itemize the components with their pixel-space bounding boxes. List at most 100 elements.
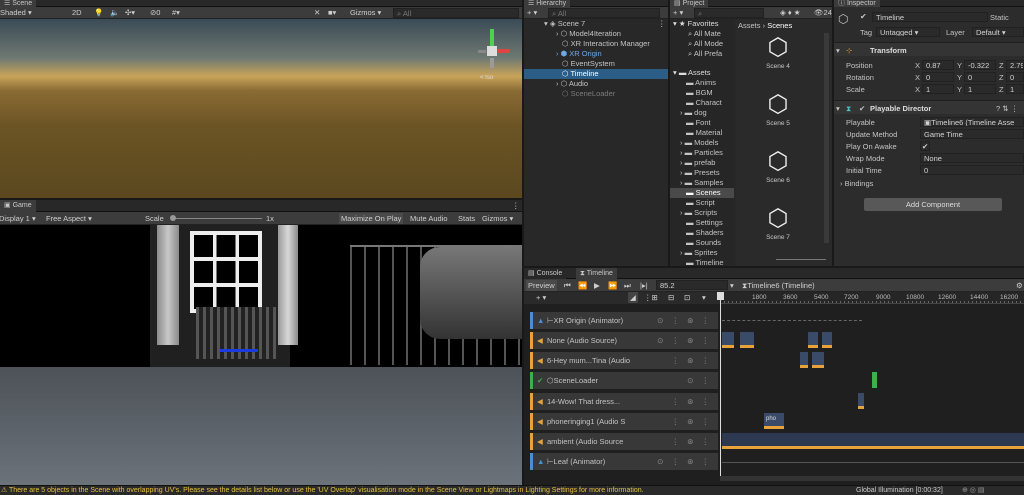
track-tools-icon[interactable]: ⊙ ⋮ ⊛ ⋮	[657, 332, 712, 349]
asset-dropdown[interactable]: ▾	[730, 280, 734, 291]
shading-dropdown[interactable]: Shaded ▾	[0, 7, 32, 18]
rotation-z-field[interactable]: 0	[1006, 72, 1024, 82]
clip[interactable]	[858, 393, 864, 409]
hierarchy-item-xr-origin[interactable]: › ⬢ XR Origin	[524, 49, 668, 59]
gizmo-persp-label[interactable]: < Iso	[480, 75, 493, 81]
track-tools-icon[interactable]: ⋮ ⊛ ⋮	[672, 413, 712, 430]
effects-icon[interactable]: ✣▾	[125, 7, 135, 18]
timeline-scrollbar[interactable]	[720, 476, 1024, 481]
grid-icon[interactable]: #▾	[172, 7, 180, 18]
initial-time-field[interactable]: 0	[920, 165, 1024, 175]
track-tools-icon[interactable]: ⋮ ⊛ ⋮	[672, 352, 712, 369]
game-menu-icon[interactable]: ⋮	[512, 200, 520, 211]
hierarchy-item-audio[interactable]: › ⬡ Audio	[524, 79, 668, 89]
rotation-y-field[interactable]: 0	[964, 72, 996, 82]
position-z-field[interactable]: 2.79	[1006, 60, 1024, 70]
component-menu-icon[interactable]: ? ⇅ ⋮	[996, 104, 1018, 113]
breadcrumb-scenes[interactable]: Scenes	[767, 21, 792, 30]
track-none-audio[interactable]: ◀ None (Audio Source) ⊙ ⋮ ⊛ ⋮	[530, 332, 718, 349]
add-component-button[interactable]: Add Component	[864, 198, 1002, 211]
project-search-input[interactable]: ⌕	[694, 8, 764, 18]
hierarchy-item-sceneloader[interactable]: ⬡ SceneLoader	[524, 89, 668, 99]
scale-y-field[interactable]: 1	[964, 84, 996, 94]
goto-start-icon[interactable]: ⏮	[564, 280, 571, 291]
update-method-dropdown[interactable]: Game Time	[920, 129, 1024, 139]
scene-viewport[interactable]: < Iso	[0, 19, 522, 198]
folder-item[interactable]: ▬ Settings	[670, 218, 734, 228]
lock-icon[interactable]: ▾	[702, 292, 706, 303]
clip[interactable]	[812, 352, 824, 368]
playable-field[interactable]: ▣Timeline6 (Timeline Asse	[920, 117, 1024, 127]
snap-icon[interactable]: ◢	[628, 292, 638, 303]
folder-item[interactable]: ▬ Sounds	[670, 238, 734, 248]
hierarchy-item-eventsystem[interactable]: ⬡ EventSystem	[524, 59, 668, 69]
game-viewport[interactable]	[0, 225, 522, 485]
add-track-button[interactable]: + ▾	[536, 292, 546, 303]
folder-item[interactable]: ▬ Timeline	[670, 258, 734, 266]
object-name-field[interactable]: Timeline	[872, 12, 988, 22]
track-xr-origin[interactable]: ▲ ⊢XR Origin (Animator) ⊙ ⋮ ⊛ ⋮	[530, 312, 718, 329]
folder-item-selected[interactable]: ▬ Scenes	[670, 188, 734, 198]
track-ambient[interactable]: ◀ ambient (Audio Source ⋮ ⊛ ⋮	[530, 433, 718, 450]
scene-gizmo[interactable]: < Iso	[472, 25, 512, 85]
scene-asset-item[interactable]: ⬡ Scene 4	[738, 33, 818, 70]
track-wow-dress[interactable]: ◀ 14-Wow! That dress... ⋮ ⊛ ⋮	[530, 393, 718, 410]
hierarchy-item-xr-interaction-manager[interactable]: ⬡ XR Interaction Manager	[524, 39, 668, 49]
hierarchy-item-timeline[interactable]: ⬡ Timeline	[524, 69, 668, 79]
folder-item[interactable]: › ▬ Samples	[670, 178, 734, 188]
2d-toggle[interactable]: 2D	[72, 7, 82, 18]
prev-frame-icon[interactable]: ⏪	[578, 280, 587, 291]
stats-button[interactable]: Stats	[458, 213, 475, 224]
folder-item[interactable]: › ▬ Models	[670, 138, 734, 148]
folder-item[interactable]: › ▬ Sprites	[670, 248, 734, 258]
play-on-awake-checkbox[interactable]: ✔	[920, 141, 930, 151]
favorites-header[interactable]: ▾ ★ Favorites	[670, 19, 734, 29]
scale-slider[interactable]	[172, 218, 262, 219]
static-checkbox[interactable]: Static	[990, 13, 1009, 22]
track-sceneloader[interactable]: ✔ ⬡SceneLoader ⊙ ⋮	[530, 372, 718, 389]
hidden-objects-icon[interactable]: ⊘0	[150, 7, 160, 18]
icon-size-slider[interactable]	[776, 259, 826, 260]
wrap-mode-dropdown[interactable]: None	[920, 153, 1024, 163]
folder-item[interactable]: › ▬ dog	[670, 108, 734, 118]
layer-dropdown[interactable]: Default ▾	[972, 27, 1024, 37]
project-layer-count[interactable]: 👁24	[814, 7, 832, 18]
tab-hierarchy[interactable]: ☰ Hierarchy	[524, 0, 571, 7]
tools-icon[interactable]: ✕	[314, 7, 320, 18]
gi-status-label[interactable]: Global Illumination [0:00:32]	[856, 486, 943, 495]
folder-item[interactable]: ▬ Material	[670, 128, 734, 138]
track-phoneringing[interactable]: ◀ phoneringing1 (Audio S ⋮ ⊛ ⋮	[530, 413, 718, 430]
status-icons[interactable]: ⊕ ◎ ▤	[962, 486, 984, 494]
hierarchy-search-input[interactable]: ⌕ All	[548, 8, 660, 18]
curves-icon[interactable]: ⊡	[684, 292, 690, 303]
clip[interactable]	[800, 352, 808, 368]
game-gizmos-dropdown[interactable]: Gizmos ▾	[482, 213, 513, 224]
folder-item[interactable]: ▬ BGM	[670, 88, 734, 98]
goto-end-icon[interactable]: ⏭	[624, 280, 631, 291]
tag-dropdown[interactable]: Untagged ▾	[876, 27, 940, 37]
scale-slider-handle[interactable]	[170, 215, 176, 221]
playable-director-header[interactable]: ▾ ⧗ ✔ Playable Director ? ⇅ ⋮	[834, 100, 1024, 114]
clip[interactable]	[822, 332, 832, 348]
tab-game[interactable]: ▣ Game	[0, 200, 36, 212]
tab-project[interactable]: ▤ Project	[670, 0, 709, 7]
clip[interactable]	[740, 332, 754, 348]
track-tools-icon[interactable]: ⋮ ⊛ ⋮	[672, 393, 712, 410]
position-y-field[interactable]: -0.322	[964, 60, 996, 70]
gizmos-dropdown[interactable]: Gizmos ▾	[350, 7, 381, 18]
breadcrumb-assets[interactable]: Assets	[738, 21, 761, 30]
track-tools-icon[interactable]: ⊙ ⋮ ⊛ ⋮	[657, 312, 712, 329]
playhead-handle[interactable]	[717, 292, 724, 300]
hierarchy-add-button[interactable]: + ▾	[527, 7, 537, 18]
track-leaf[interactable]: ▲ ⊢Leaf (Animator) ⊙ ⋮ ⊛ ⋮	[530, 453, 718, 470]
hierarchy-menu-icon[interactable]: ⋮	[658, 18, 666, 29]
favorite-item[interactable]: ⌕ All Mode	[670, 39, 734, 49]
scene-asset-item[interactable]: ⬡ Scene 5	[738, 90, 818, 127]
scene-asset-item[interactable]: ⬡ Scene 6	[738, 147, 818, 184]
folder-item[interactable]: ▬ Font	[670, 118, 734, 128]
director-fold-icon[interactable]: ▾	[836, 104, 840, 113]
folder-item[interactable]: ▬ Charact	[670, 98, 734, 108]
camera-icon[interactable]: ■▾	[328, 7, 336, 18]
clip[interactable]	[808, 332, 818, 348]
timeline-settings-icon[interactable]: ⚙	[1016, 280, 1023, 291]
